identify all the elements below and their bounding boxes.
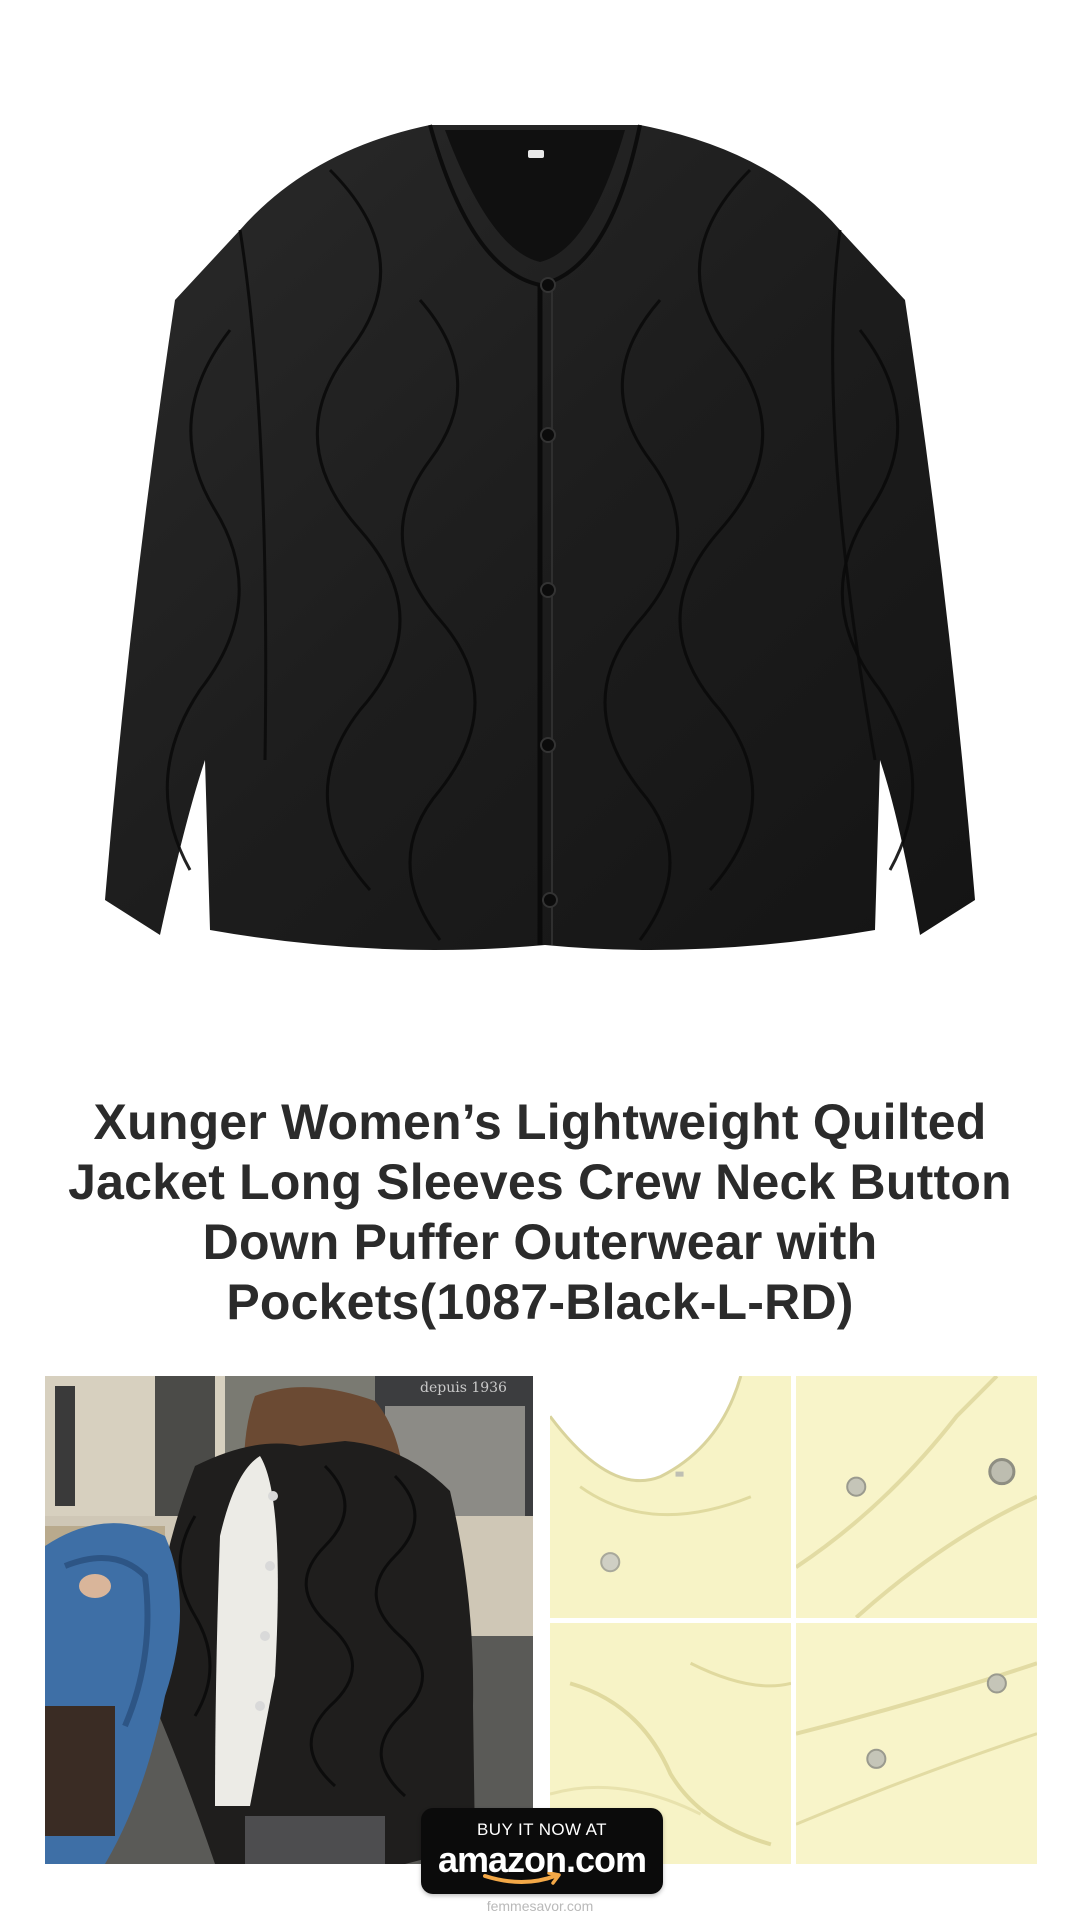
street-photo-illustration: depuis 1936 bbox=[45, 1376, 533, 1864]
buy-now-label: BUY IT NOW AT bbox=[477, 1820, 607, 1839]
detail-photo-collar[interactable] bbox=[550, 1376, 791, 1618]
product-gallery: depuis 1936 bbox=[45, 1376, 1037, 1864]
amazon-smile-icon bbox=[483, 1872, 561, 1885]
storefront-sign-text: depuis 1936 bbox=[420, 1380, 507, 1396]
detail-photo-snap-buttons[interactable] bbox=[796, 1376, 1037, 1618]
product-hero-image[interactable] bbox=[0, 0, 1080, 1080]
yellow-snap-buttons-illustration bbox=[796, 1376, 1037, 1618]
black-quilted-jacket-illustration bbox=[105, 124, 975, 950]
detail-photo-placket[interactable] bbox=[796, 1622, 1037, 1864]
yellow-placket-illustration bbox=[796, 1622, 1037, 1864]
detail-photo-grid bbox=[550, 1376, 1037, 1864]
buy-now-amazon-button[interactable]: BUY IT NOW AT amazon.com bbox=[421, 1808, 663, 1894]
yellow-collar-detail-illustration bbox=[550, 1376, 791, 1618]
model-wearing-jacket-photo[interactable]: depuis 1936 bbox=[45, 1376, 533, 1864]
footer-site-credit: femmesavor.com bbox=[486, 1898, 594, 1914]
product-title: Xunger Women’s Lightweight Quilted Jacke… bbox=[68, 1094, 1012, 1330]
